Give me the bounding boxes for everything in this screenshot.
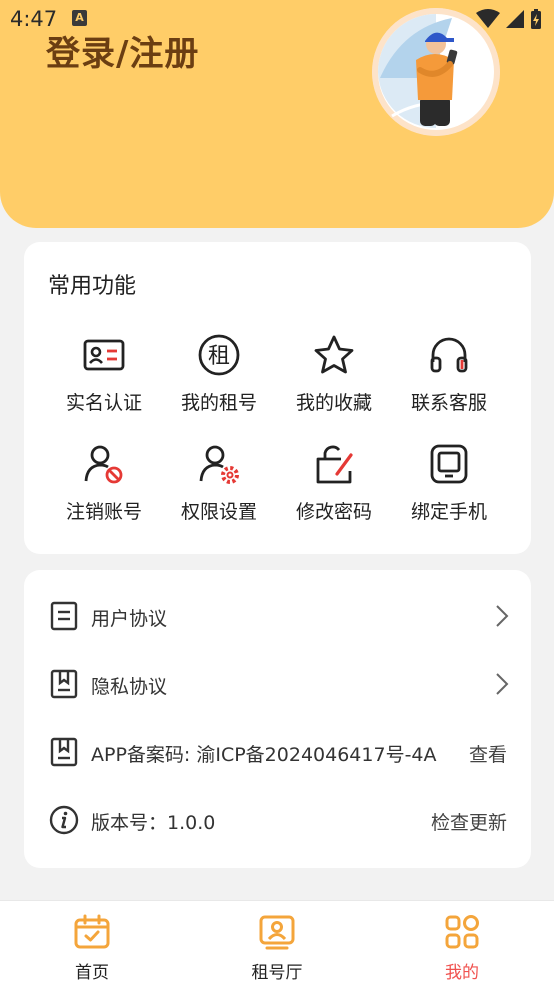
feature-change-password[interactable]: 修改密码 bbox=[279, 441, 389, 541]
feature-label: 注销账号 bbox=[65, 501, 142, 523]
bottom-tab-bar: 首页 租号厅 我的 bbox=[0, 900, 554, 986]
info-icon bbox=[49, 805, 79, 835]
feature-permission-settings[interactable]: 权限设置 bbox=[164, 441, 274, 541]
list-item-label: 版本号：1.0.0 bbox=[91, 812, 216, 834]
battery-icon bbox=[531, 9, 541, 29]
star-icon bbox=[314, 335, 354, 374]
signal-icon bbox=[506, 10, 524, 28]
user-cancel-icon bbox=[84, 445, 123, 484]
chevron-right-icon bbox=[496, 673, 509, 695]
rent-icon: 租 bbox=[198, 334, 240, 376]
profile-card-icon bbox=[259, 915, 295, 950]
feature-label: 联系客服 bbox=[410, 392, 487, 414]
settings-list-card: 用户协议 隐私协议 APP备案码: 渝ICP备2024046417号-4A 查看… bbox=[24, 570, 531, 868]
bookmark-doc-icon bbox=[50, 669, 78, 699]
feature-real-name-auth[interactable]: 实名认证 bbox=[49, 332, 159, 432]
list-item-user-agreement[interactable]: 用户协议 bbox=[24, 582, 531, 650]
svg-text:租: 租 bbox=[208, 344, 230, 369]
features-title: 常用功能 bbox=[48, 274, 137, 299]
tab-rental-hall[interactable]: 租号厅 bbox=[207, 901, 347, 986]
bookmark-doc-icon bbox=[50, 737, 78, 767]
feature-label: 我的租号 bbox=[180, 392, 257, 414]
feature-my-favorites[interactable]: 我的收藏 bbox=[279, 332, 389, 432]
tab-label: 我的 bbox=[445, 963, 479, 983]
feature-label: 权限设置 bbox=[180, 501, 257, 523]
avatar-illustration bbox=[372, 8, 500, 136]
profile-screen: 4:47 A 登录/注册 常用功能 实名认证 租 我的租号 我的收藏 联系客服 … bbox=[0, 0, 554, 986]
tab-label: 首页 bbox=[75, 963, 109, 983]
phone-icon bbox=[430, 444, 468, 484]
avatar[interactable] bbox=[372, 8, 500, 136]
feature-my-rentals[interactable]: 租 我的租号 bbox=[164, 332, 274, 432]
list-item-label: 用户协议 bbox=[91, 608, 168, 630]
user-gear-icon bbox=[199, 445, 239, 484]
list-item-privacy-policy[interactable]: 隐私协议 bbox=[24, 650, 531, 718]
check-update-button[interactable]: 检查更新 bbox=[431, 808, 507, 835]
list-item-version: 版本号：1.0.0 检查更新 bbox=[24, 786, 531, 854]
notification-app-icon: A bbox=[72, 10, 87, 26]
login-register-link[interactable]: 登录/注册 bbox=[46, 26, 199, 75]
list-item-label: APP备案码: 渝ICP备2024046417号-4A bbox=[91, 744, 437, 766]
feature-cancel-account[interactable]: 注销账号 bbox=[49, 441, 159, 541]
grid-apps-icon bbox=[445, 915, 479, 949]
tab-label: 租号厅 bbox=[251, 963, 303, 983]
common-features-card: 常用功能 实名认证 租 我的租号 我的收藏 联系客服 注销账号 权限设置 修改密… bbox=[24, 242, 531, 554]
lock-edit-icon bbox=[316, 445, 353, 484]
id-card-icon bbox=[83, 339, 125, 371]
feature-label: 绑定手机 bbox=[410, 501, 487, 523]
feature-label: 实名认证 bbox=[65, 392, 142, 414]
list-item-label: 隐私协议 bbox=[91, 676, 168, 698]
feature-label: 我的收藏 bbox=[295, 392, 372, 414]
profile-header: 4:47 A 登录/注册 bbox=[0, 0, 554, 228]
tab-home[interactable]: 首页 bbox=[22, 901, 162, 986]
tab-mine[interactable]: 我的 bbox=[392, 901, 532, 986]
document-icon bbox=[50, 601, 78, 631]
calendar-check-icon bbox=[74, 914, 110, 949]
view-record-button[interactable]: 查看 bbox=[469, 740, 507, 767]
status-icons bbox=[476, 9, 541, 29]
feature-label: 修改密码 bbox=[295, 501, 372, 523]
chevron-right-icon bbox=[496, 605, 509, 627]
feature-bind-phone[interactable]: 绑定手机 bbox=[394, 441, 504, 541]
list-item-icp-record: APP备案码: 渝ICP备2024046417号-4A 查看 bbox=[24, 718, 531, 786]
feature-contact-service[interactable]: 联系客服 bbox=[394, 332, 504, 432]
headset-icon bbox=[430, 337, 468, 373]
